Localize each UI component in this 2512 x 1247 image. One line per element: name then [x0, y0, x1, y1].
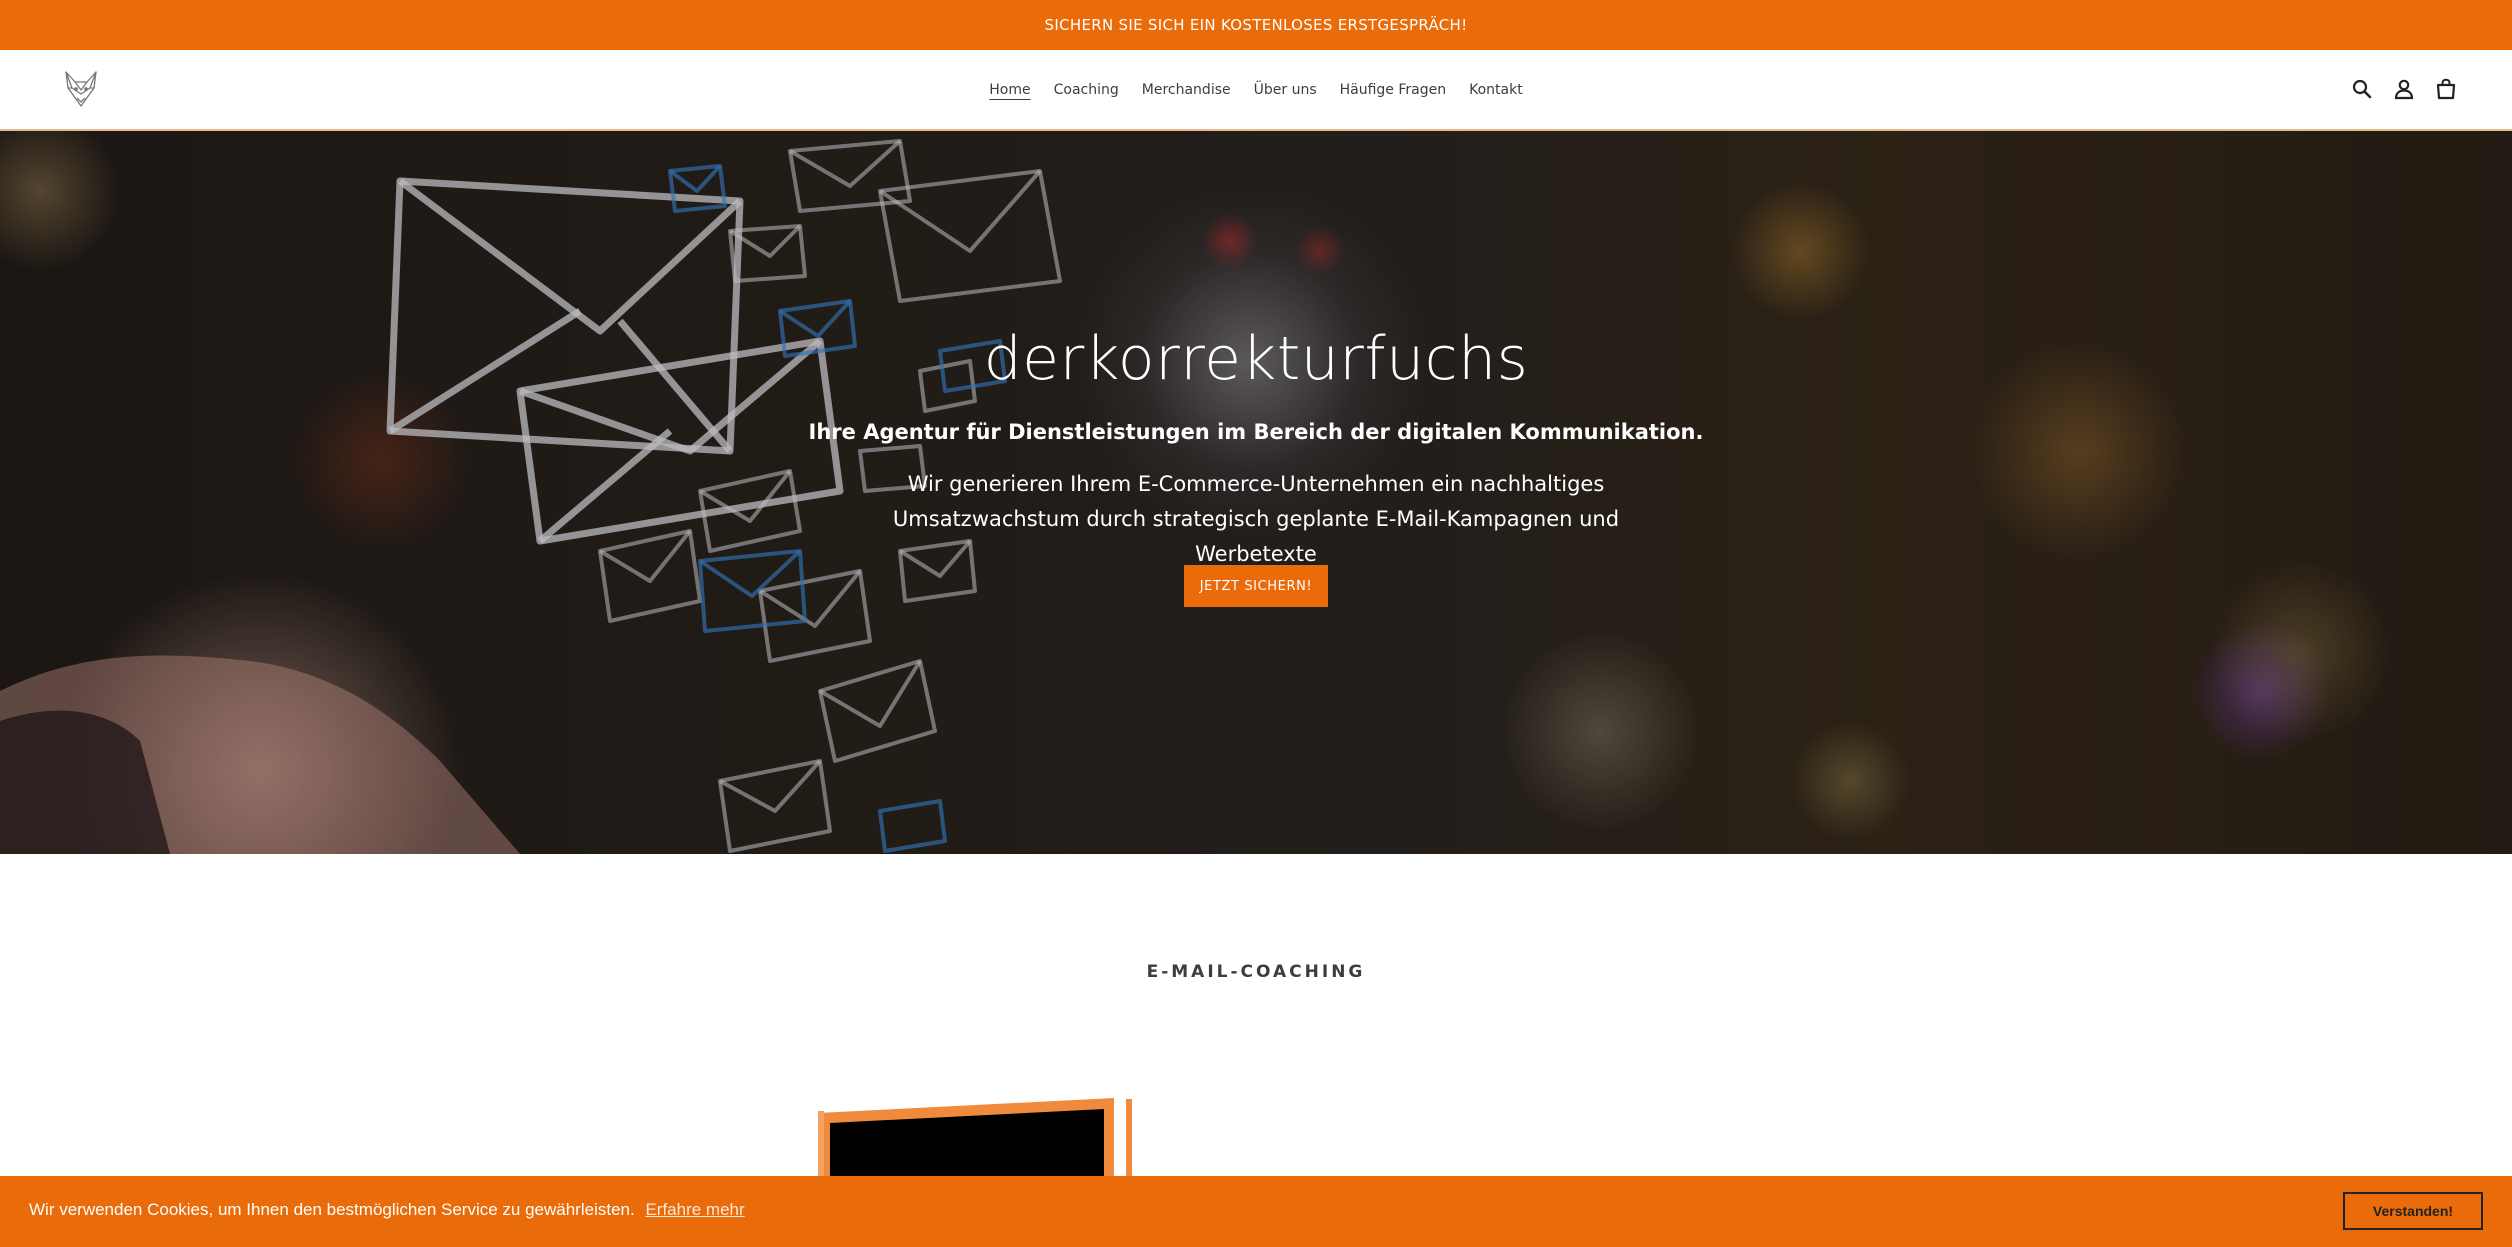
hero-description: Wir generieren Ihrem E-Commerce-Unterneh… [892, 472, 1620, 566]
announcement-text: SICHERN SIE SICH EIN KOSTENLOSES ERSTGES… [1044, 16, 1468, 34]
header-icons [2350, 77, 2458, 101]
hero-title: derkorrekturfuchs [983, 324, 1529, 394]
nav-faq[interactable]: Häufige Fragen [1328, 80, 1458, 100]
cookie-message: Wir verwenden Cookies, um Ihnen den best… [29, 1200, 745, 1220]
section-heading: E-MAIL-COACHING [1146, 962, 1366, 982]
cookie-learn-more-link[interactable]: Erfahre mehr [645, 1200, 744, 1219]
cookie-text: Wir verwenden Cookies, um Ihnen den best… [29, 1200, 635, 1219]
main-nav: Home Coaching Merchandise Über uns Häufi… [0, 50, 2512, 129]
nav-kontakt[interactable]: Kontakt [1458, 80, 1535, 100]
nav-merchandise[interactable]: Merchandise [1130, 80, 1242, 100]
hero-content: derkorrekturfuchs Ihre Agentur für Diens… [0, 131, 2512, 854]
fox-logo-icon[interactable] [60, 68, 102, 110]
hero-banner: derkorrekturfuchs Ihre Agentur für Diens… [0, 131, 2512, 854]
nav-ueber-uns[interactable]: Über uns [1242, 80, 1328, 100]
cookie-banner: Wir verwenden Cookies, um Ihnen den best… [0, 1176, 2512, 1247]
site-header: Home Coaching Merchandise Über uns Häufi… [0, 50, 2512, 131]
announcement-bar[interactable]: SICHERN SIE SICH EIN KOSTENLOSES ERSTGES… [0, 0, 2512, 50]
cookie-accept-button[interactable]: Verstanden! [2343, 1192, 2483, 1230]
search-icon[interactable] [2350, 77, 2374, 101]
nav-coaching[interactable]: Coaching [1042, 80, 1130, 100]
cart-icon[interactable] [2434, 77, 2458, 101]
nav-home[interactable]: Home [978, 80, 1042, 100]
account-icon[interactable] [2392, 77, 2416, 101]
jetzt-sichern-button[interactable]: JETZT SICHERN! [1184, 565, 1328, 607]
hero-subtitle: Ihre Agentur für Dienstleistungen im Ber… [808, 420, 1704, 444]
